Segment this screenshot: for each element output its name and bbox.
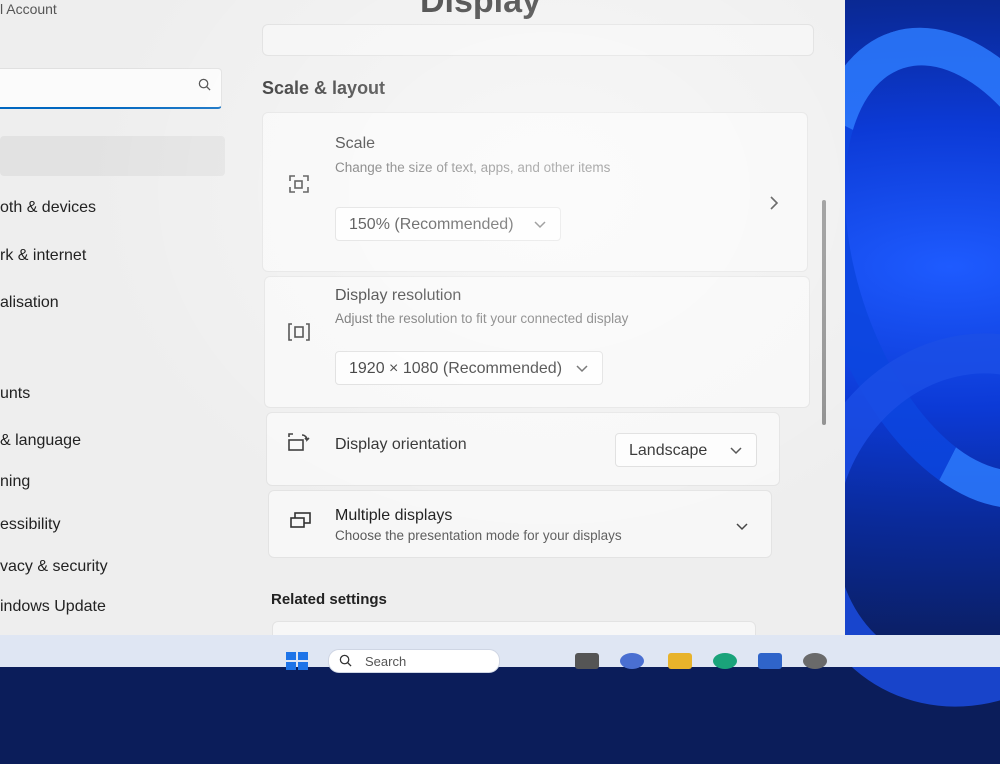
- orientation-dropdown-value: Landscape: [629, 442, 708, 459]
- display-preview-strip: [262, 24, 814, 56]
- sidebar-item-network-internet[interactable]: rk & internet: [0, 247, 86, 265]
- orientation-card: Display orientation Landscape: [266, 412, 780, 486]
- sidebar-item-privacy-security[interactable]: vacy & security: [0, 558, 108, 576]
- sidebar-item-windows-update[interactable]: indows Update: [0, 598, 106, 616]
- sidebar-item-system-selected[interactable]: [0, 136, 225, 176]
- related-settings-card[interactable]: [272, 621, 756, 635]
- multiple-displays-card[interactable]: Multiple displays Choose the presentatio…: [268, 490, 772, 558]
- settings-search-input[interactable]: [0, 68, 222, 109]
- search-icon: [198, 78, 211, 91]
- multiple-displays-description: Choose the presentation mode for your di…: [335, 528, 622, 543]
- multiple-displays-icon: [290, 512, 311, 528]
- sidebar-item-bluetooth-devices[interactable]: oth & devices: [0, 199, 96, 217]
- resolution-icon: [288, 323, 310, 341]
- resolution-title: Display resolution: [335, 287, 462, 304]
- scale-title: Scale: [335, 135, 376, 152]
- orientation-title: Display orientation: [335, 436, 467, 453]
- page-title: Display: [420, 0, 541, 20]
- scale-dropdown[interactable]: 150% (Recommended): [335, 207, 561, 241]
- taskbar: Search: [0, 635, 1000, 673]
- section-heading: Scale & layout: [262, 78, 386, 98]
- taskbar-search[interactable]: Search: [328, 649, 500, 673]
- chevron-down-icon: [730, 447, 742, 455]
- chevron-right-icon[interactable]: [769, 195, 779, 211]
- search-icon: [339, 654, 352, 667]
- windows-start-icon[interactable]: [285, 651, 309, 671]
- sidebar-item-time-language[interactable]: & language: [0, 432, 81, 450]
- sidebar-item-personalisation[interactable]: alisation: [0, 294, 59, 312]
- account-label: l Account: [0, 1, 57, 17]
- multiple-displays-title: Multiple displays: [335, 507, 453, 524]
- sidebar-item-gaming[interactable]: ning: [0, 473, 30, 491]
- scrollbar[interactable]: [822, 200, 826, 425]
- sidebar-item-accounts[interactable]: unts: [0, 385, 30, 403]
- chevron-down-icon: [534, 221, 546, 229]
- resolution-dropdown-value: 1920 × 1080 (Recommended): [349, 360, 563, 377]
- scale-card[interactable]: Scale Change the size of text, apps, and…: [262, 112, 808, 272]
- related-settings-heading: Related settings: [271, 591, 387, 608]
- settings-window: l Account Display oth & devices rk & int…: [0, 0, 845, 635]
- scale-dropdown-value: 150% (Recommended): [349, 216, 514, 233]
- chevron-down-icon[interactable]: [736, 523, 748, 531]
- scale-icon: [289, 175, 309, 193]
- resolution-card: Display resolution Adjust the resolution…: [264, 276, 810, 408]
- orientation-icon: [288, 433, 310, 451]
- chevron-down-icon: [576, 365, 588, 373]
- sidebar-item-accessibility[interactable]: essibility: [0, 516, 60, 534]
- resolution-dropdown[interactable]: 1920 × 1080 (Recommended): [335, 351, 603, 385]
- orientation-dropdown[interactable]: Landscape: [615, 433, 757, 467]
- resolution-description: Adjust the resolution to fit your connec…: [335, 311, 629, 326]
- scale-description: Change the size of text, apps, and other…: [335, 160, 611, 175]
